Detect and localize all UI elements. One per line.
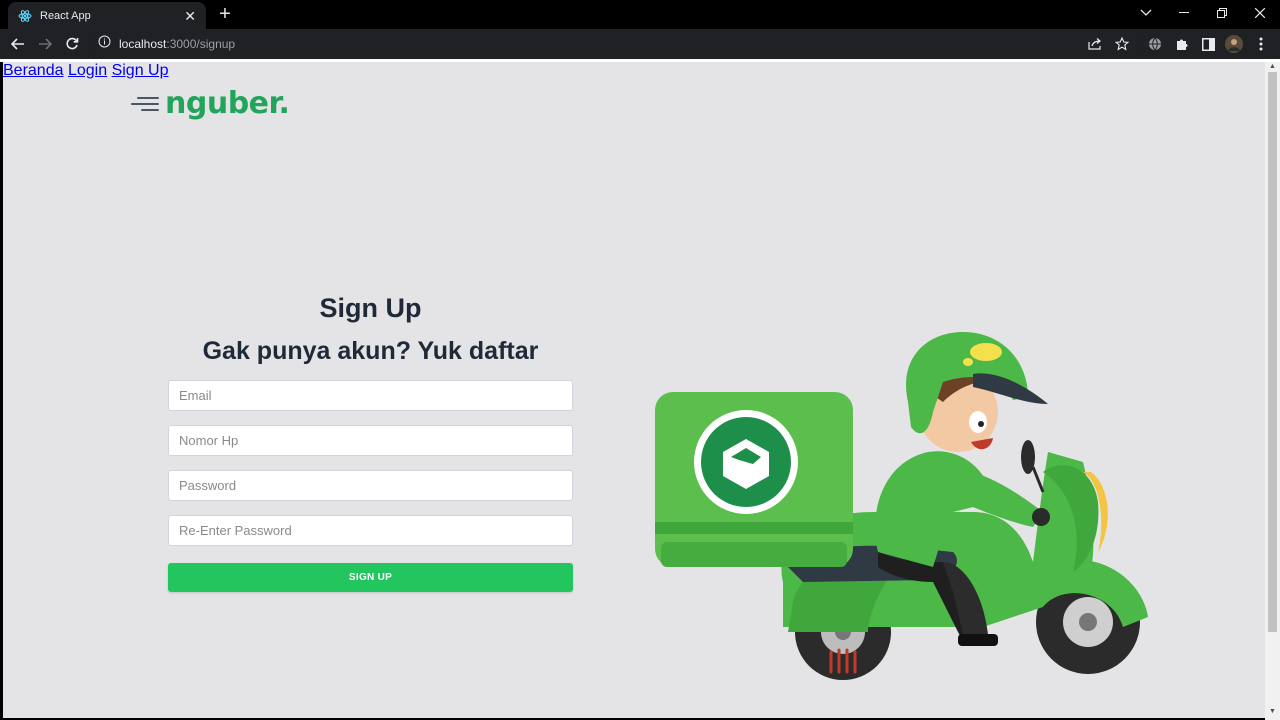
minimize-icon[interactable] (1174, 4, 1194, 22)
logo-text: nguber. (165, 86, 290, 121)
top-nav: Beranda Login Sign Up (3, 62, 1265, 80)
delivery-scooter-illustration (655, 332, 1148, 680)
restore-icon[interactable] (1212, 4, 1232, 22)
scroll-down-arrow-icon[interactable]: ▼ (1268, 708, 1277, 716)
scrollbar-thumb[interactable] (1268, 72, 1277, 632)
browser-toolbar: localhost:3000/signup (0, 29, 1280, 59)
tab-search-icon[interactable] (1136, 4, 1156, 22)
nav-link-login[interactable]: Login (68, 62, 107, 79)
close-window-icon[interactable] (1250, 4, 1270, 22)
confirm-password-field[interactable] (168, 515, 573, 546)
close-tab-icon[interactable]: ✕ (184, 9, 196, 23)
url-path: :3000/signup (166, 37, 236, 51)
brand-logo[interactable]: nguber. (129, 86, 290, 121)
menu-lines-icon (129, 94, 159, 114)
reload-icon[interactable] (62, 34, 82, 54)
nav-link-signup[interactable]: Sign Up (112, 62, 169, 79)
site-info-icon[interactable] (98, 35, 111, 53)
page-scrollbar[interactable]: ▲ ▼ (1265, 62, 1280, 720)
side-panel-icon[interactable] (1199, 35, 1217, 53)
email-field[interactable] (168, 380, 573, 411)
more-menu-icon[interactable] (1252, 35, 1270, 53)
nav-link-beranda[interactable]: Beranda (3, 62, 64, 79)
password-field[interactable] (168, 470, 573, 501)
phone-field[interactable] (168, 425, 573, 456)
profile-avatar[interactable] (1225, 35, 1243, 53)
forward-icon[interactable] (35, 34, 55, 54)
address-bar[interactable]: localhost:3000/signup (90, 31, 1140, 57)
page-subtitle: Gak punya akun? Yuk daftar (202, 337, 539, 365)
bookmark-star-icon[interactable] (1113, 35, 1131, 53)
browser-tab[interactable]: React App ✕ (8, 2, 206, 29)
new-tab-icon[interactable]: + (215, 4, 235, 24)
scroll-up-arrow-icon[interactable]: ▲ (1268, 63, 1277, 71)
url-host: localhost (119, 37, 167, 51)
page-title: Sign Up (319, 293, 422, 323)
tab-title: React App (40, 9, 91, 22)
page-viewport: nguber. Beranda Login Sign Up Sign Up Ga… (3, 62, 1265, 718)
share-icon[interactable] (1086, 35, 1104, 53)
react-icon (18, 9, 32, 23)
vpn-globe-icon[interactable] (1146, 35, 1164, 53)
extensions-icon[interactable] (1173, 35, 1191, 53)
browser-tab-strip: React App ✕ + (0, 0, 1280, 29)
signup-button[interactable]: SIGN UP (168, 563, 573, 592)
back-icon[interactable] (8, 34, 28, 54)
